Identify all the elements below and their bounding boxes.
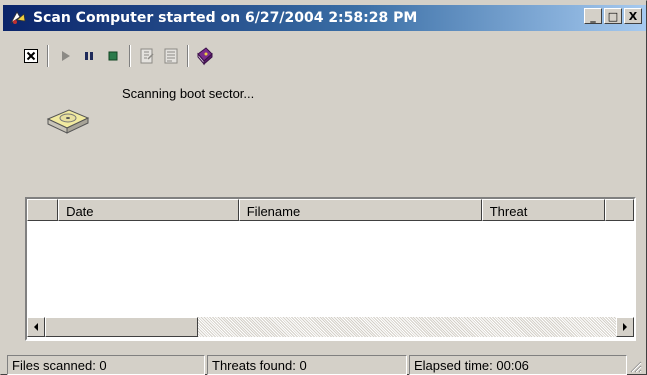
scan-app-icon[interactable] bbox=[9, 9, 27, 27]
play-button[interactable] bbox=[53, 44, 77, 68]
pause-icon bbox=[85, 52, 93, 60]
resize-grip-icon[interactable] bbox=[630, 361, 642, 373]
close-button[interactable]: X bbox=[624, 8, 642, 24]
help-book-icon bbox=[197, 47, 213, 66]
results-header: Date Filename Threat bbox=[27, 199, 634, 221]
close-scan-button[interactable] bbox=[19, 44, 43, 68]
report-button[interactable] bbox=[159, 44, 183, 68]
help-button[interactable] bbox=[193, 44, 217, 68]
disk-drive-icon bbox=[45, 105, 91, 140]
toolbar-separator bbox=[47, 45, 49, 67]
results-list[interactable]: Date Filename Threat bbox=[25, 197, 636, 341]
files-scanned-panel: Files scanned: 0 bbox=[7, 355, 205, 375]
toolbar-separator bbox=[129, 45, 131, 67]
column-header-date[interactable]: Date bbox=[58, 199, 239, 221]
window-title: Scan Computer started on 6/27/2004 2:58:… bbox=[33, 10, 418, 26]
stop-icon bbox=[108, 51, 118, 61]
scroll-track[interactable] bbox=[45, 317, 616, 337]
elapsed-time-panel: Elapsed time: 00:06 bbox=[409, 355, 627, 375]
column-header-extra[interactable] bbox=[604, 199, 634, 221]
report-icon bbox=[164, 48, 178, 64]
scroll-thumb[interactable] bbox=[45, 317, 198, 337]
stop-button[interactable] bbox=[101, 44, 125, 68]
scroll-left-button[interactable] bbox=[27, 317, 45, 337]
title-bar[interactable]: Scan Computer started on 6/27/2004 2:58:… bbox=[3, 5, 646, 31]
scan-window: Scan Computer started on 6/27/2004 2:58:… bbox=[0, 0, 647, 375]
column-header-threat[interactable]: Threat bbox=[481, 199, 605, 221]
column-header-icon[interactable] bbox=[27, 199, 59, 221]
minimize-button[interactable]: _ bbox=[584, 8, 602, 24]
toolbar bbox=[19, 43, 217, 69]
horizontal-scrollbar[interactable] bbox=[27, 317, 634, 337]
pause-button[interactable] bbox=[77, 44, 101, 68]
minimize-icon: _ bbox=[590, 9, 596, 23]
close-scan-icon bbox=[24, 49, 38, 63]
threats-found-panel: Threats found: 0 bbox=[207, 355, 407, 375]
arrow-left-icon bbox=[34, 323, 38, 331]
status-bar: Files scanned: 0 Threats found: 0 Elapse… bbox=[5, 355, 644, 375]
column-header-filename[interactable]: Filename bbox=[238, 199, 482, 221]
play-icon bbox=[62, 51, 70, 61]
properties-button[interactable] bbox=[135, 44, 159, 68]
maximize-icon: □ bbox=[607, 9, 619, 23]
properties-icon bbox=[140, 48, 154, 64]
close-icon: X bbox=[628, 9, 638, 23]
maximize-button[interactable]: □ bbox=[604, 8, 622, 24]
toolbar-separator bbox=[187, 45, 189, 67]
scan-status-text: Scanning boot sector... bbox=[122, 86, 255, 101]
arrow-right-icon bbox=[623, 323, 627, 331]
scroll-right-button[interactable] bbox=[616, 317, 634, 337]
